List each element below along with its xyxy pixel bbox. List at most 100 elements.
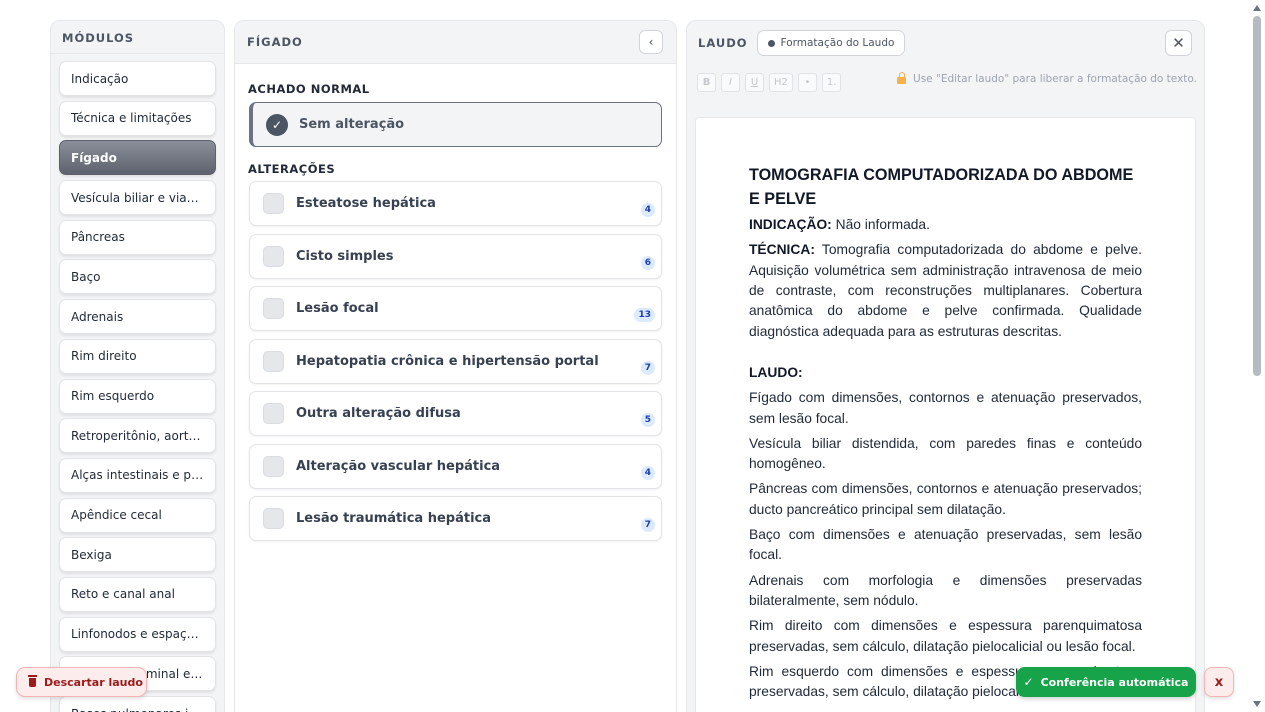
finding-paragraph: Ausência de linfonodos retroperitoneais … bbox=[749, 708, 1142, 712]
format-toolbar: B I U H2 • 1. Use "Editar laudo" para li… bbox=[696, 68, 1197, 97]
finding-paragraph: Baço com dimensões e atenuação preservad… bbox=[749, 527, 1142, 563]
module-item-label: Retroperitônio, aorta ... bbox=[71, 428, 204, 443]
alteration-option[interactable]: Lesão focal 13 bbox=[249, 286, 662, 331]
module-item[interactable]: Baço bbox=[59, 259, 216, 295]
module-item-label: Reto e canal anal bbox=[71, 587, 175, 602]
module-item[interactable]: Vesícula biliar e vias b... bbox=[59, 180, 216, 216]
lock-icon bbox=[897, 72, 907, 84]
toolbar-hint: Use "Editar laudo" para liberar a format… bbox=[897, 72, 1197, 85]
module-item[interactable]: Rim esquerdo bbox=[59, 378, 216, 414]
alteration-label: Outra alteração difusa bbox=[296, 406, 461, 421]
auto-check-button[interactable]: ✓ Conferência automática bbox=[1016, 667, 1196, 697]
option-count-badge: 13 bbox=[634, 308, 655, 322]
alteration-label: Lesão focal bbox=[296, 301, 379, 316]
alteration-option[interactable]: Alteração vascular hepática 4 bbox=[249, 443, 662, 489]
alteration-label: Alteração vascular hepática bbox=[296, 458, 501, 474]
alteration-option[interactable]: Outra alteração difusa 5 bbox=[249, 391, 662, 436]
laudo-heading: LAUDO: bbox=[749, 363, 1142, 383]
module-item[interactable]: Adrenais bbox=[59, 299, 216, 335]
toolbar-hint-text: Use "Editar laudo" para liberar a format… bbox=[913, 73, 1197, 85]
page-scrollbar[interactable] bbox=[1249, 0, 1265, 712]
module-item[interactable]: Alças intestinais e peri... bbox=[59, 457, 216, 493]
bold-button[interactable]: B bbox=[697, 73, 716, 92]
module-item-label: Técnica e limitações bbox=[71, 111, 192, 126]
checkbox[interactable] bbox=[263, 350, 284, 372]
modules-title: MÓDULOS bbox=[51, 21, 224, 54]
report-title: TOMOGRAFIA COMPUTADORIZADA DO ABDOME E P… bbox=[749, 166, 1134, 208]
module-item[interactable]: Pâncreas bbox=[59, 219, 216, 255]
check-icon: ✓ bbox=[1023, 675, 1034, 689]
laudo-label: LAUDO: bbox=[749, 365, 803, 381]
module-item[interactable]: Linfonodos e espaços ... bbox=[59, 616, 216, 652]
auto-check-label: Conferência automática bbox=[1040, 675, 1189, 689]
checkbox[interactable] bbox=[263, 298, 284, 319]
module-item-label: Bexiga bbox=[71, 547, 112, 562]
alteration-label: Esteatose hepática bbox=[296, 196, 436, 211]
checkbox[interactable] bbox=[263, 245, 284, 267]
module-item[interactable]: Técnica e limitações bbox=[59, 100, 216, 136]
laudo-panel: LAUDO Formatação do Laudo ✕ B I U H2 • 1… bbox=[686, 20, 1205, 712]
module-item[interactable]: Bexiga bbox=[59, 537, 216, 573]
module-item[interactable]: Reto e canal anal bbox=[59, 576, 216, 612]
alteration-option[interactable]: Hepatopatia crônica e hipertensão portal… bbox=[249, 338, 662, 384]
module-item-label: Fígado bbox=[71, 150, 117, 165]
module-item-label: Rim direito bbox=[71, 349, 137, 364]
tecnica-label: TÉCNICA: bbox=[749, 242, 815, 258]
checkbox[interactable] bbox=[263, 508, 284, 529]
option-count-badge: 4 bbox=[640, 465, 655, 480]
format-chip-label: Formatação do Laudo bbox=[780, 37, 895, 49]
module-item[interactable]: Apêndice cecal bbox=[59, 497, 216, 533]
modules-panel: MÓDULOS Indicação Técnica e limitações Fíg… bbox=[50, 20, 225, 712]
format-chip[interactable]: Formatação do Laudo bbox=[756, 30, 906, 56]
checkbox[interactable] bbox=[263, 193, 284, 214]
check-icon: ✓ bbox=[266, 113, 288, 136]
section-title: FÍGADO bbox=[247, 35, 303, 49]
report-document[interactable]: TOMOGRAFIA COMPUTADORIZADA DO ABDOME E P… bbox=[695, 117, 1196, 712]
underline-button[interactable]: U bbox=[745, 73, 764, 92]
bullet-list-button[interactable]: • bbox=[797, 73, 817, 92]
scrollbar-thumb[interactable] bbox=[1253, 16, 1261, 376]
module-item-label: Adrenais bbox=[71, 309, 124, 324]
option-count-badge: 7 bbox=[640, 360, 655, 375]
module-item[interactable]: Fígado bbox=[59, 140, 216, 176]
collapse-button[interactable]: ‹ bbox=[639, 30, 663, 54]
italic-button[interactable]: I bbox=[721, 73, 740, 92]
module-item[interactable]: Rim direito bbox=[59, 338, 216, 374]
laudo-header: LAUDO Formatação do Laudo ✕ bbox=[687, 21, 1204, 65]
normal-option-label: Sem alteração bbox=[299, 117, 405, 132]
module-item-label: Rim esquerdo bbox=[71, 389, 155, 403]
module-item[interactable]: Indicação bbox=[59, 61, 216, 96]
close-button[interactable]: ✕ bbox=[1165, 30, 1192, 56]
normal-option-card[interactable]: ✓ Sem alteração bbox=[249, 102, 662, 147]
laudo-title: LAUDO bbox=[698, 36, 748, 50]
option-count-badge: 6 bbox=[640, 255, 655, 270]
indicacao-text: Não informada. bbox=[831, 217, 930, 232]
trash-icon bbox=[28, 674, 37, 687]
numbered-list-button[interactable]: 1. bbox=[821, 73, 842, 92]
alterations-label: ALTERAÇÕES bbox=[248, 162, 336, 176]
tecnica-paragraph: TÉCNICA: Tomografia computadorizada do a… bbox=[749, 240, 1142, 342]
checkbox[interactable] bbox=[263, 455, 284, 477]
alteration-option[interactable]: Esteatose hepática 4 bbox=[249, 181, 662, 226]
finding-paragraph: Fígado com dimensões, contornos e atenua… bbox=[749, 390, 1142, 426]
dismiss-button[interactable]: x bbox=[1204, 667, 1234, 697]
module-item-label: Apêndice cecal bbox=[71, 508, 162, 523]
module-item-label: Linfonodos e espaços ... bbox=[71, 627, 204, 642]
indicacao-paragraph: INDICAÇÃO: Não informada. bbox=[749, 215, 1142, 235]
alteration-label: Lesão traumática hepática bbox=[296, 511, 492, 526]
scroll-up-icon[interactable] bbox=[1253, 5, 1261, 11]
option-count-badge: 7 bbox=[640, 518, 655, 532]
module-item-label: Indicação bbox=[71, 71, 129, 86]
module-item[interactable]: Retroperitônio, aorta ... bbox=[59, 418, 216, 454]
scroll-down-icon[interactable] bbox=[1253, 701, 1261, 707]
alteration-option[interactable]: Cisto simples 6 bbox=[249, 233, 662, 279]
alteration-option[interactable]: Lesão traumática hepática 7 bbox=[249, 496, 662, 541]
findings-list: Fígado com dimensões, contornos e atenua… bbox=[749, 388, 1142, 712]
option-count-badge: 5 bbox=[640, 413, 655, 427]
module-item-label: Baço bbox=[71, 269, 101, 284]
heading-button[interactable]: H2 bbox=[769, 73, 793, 92]
module-item[interactable]: Bases pulmonares incl... bbox=[59, 696, 216, 712]
checkbox[interactable] bbox=[263, 403, 284, 424]
discard-report-button[interactable]: Descartar laudo bbox=[16, 667, 147, 697]
